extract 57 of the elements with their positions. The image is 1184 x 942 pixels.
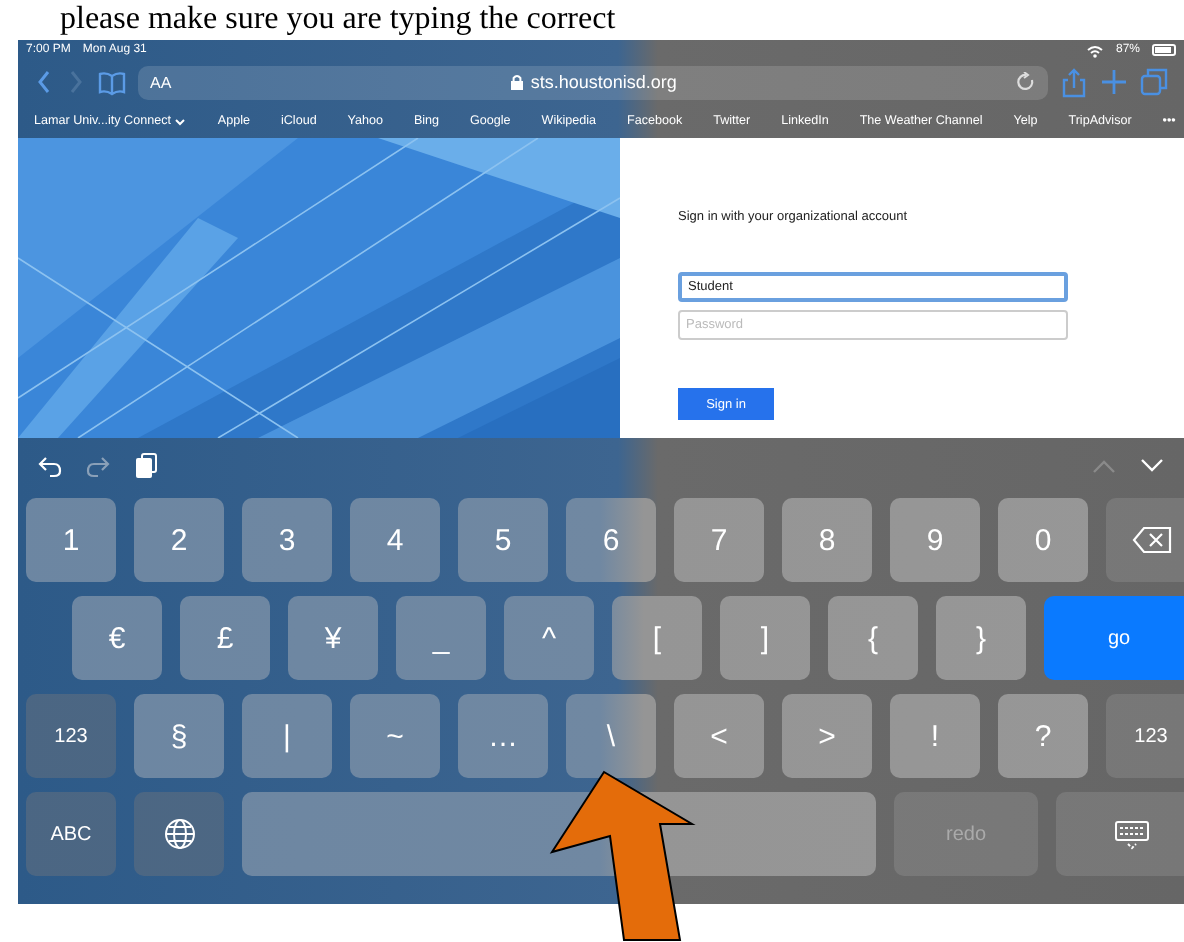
go-key[interactable]: go (1044, 596, 1184, 680)
key[interactable]: £ (180, 596, 270, 680)
key[interactable]: \ (566, 694, 656, 778)
mode-key[interactable]: 123 (1106, 694, 1184, 778)
tabs-icon[interactable] (1140, 68, 1168, 96)
lock-icon (510, 74, 525, 90)
key[interactable]: 6 (566, 498, 656, 582)
undo-icon[interactable] (38, 454, 62, 478)
chevron-down-icon[interactable] (1140, 458, 1164, 474)
text-size-button[interactable]: AA (150, 73, 172, 91)
key[interactable]: > (782, 694, 872, 778)
key[interactable]: ^ (504, 596, 594, 680)
document-text: please make sure you are typing the correct (60, 2, 616, 36)
globe-icon (163, 818, 195, 850)
share-icon[interactable] (1060, 67, 1088, 97)
plus-icon[interactable] (1100, 68, 1128, 96)
key[interactable]: 0 (998, 498, 1088, 582)
book-icon[interactable] (98, 69, 126, 95)
key[interactable]: € (72, 596, 162, 680)
key[interactable]: 5 (458, 498, 548, 582)
key[interactable]: 2 (134, 498, 224, 582)
chevron-up-icon[interactable] (1092, 458, 1116, 474)
keyboard-icon (1113, 819, 1149, 849)
delete-key[interactable] (1106, 498, 1184, 582)
wifi-icon (1085, 43, 1104, 57)
key[interactable]: 9 (890, 498, 980, 582)
mode-key[interactable]: ABC (26, 792, 116, 876)
hide-keyboard-key[interactable] (1056, 792, 1184, 876)
key[interactable]: 3 (242, 498, 332, 582)
globe-key[interactable] (134, 792, 224, 876)
battery-icon (1152, 44, 1176, 56)
key[interactable]: | (242, 694, 332, 778)
back-icon[interactable] (34, 68, 54, 96)
key[interactable]: 8 (782, 498, 872, 582)
key[interactable]: ? (998, 694, 1088, 778)
url-text: sts.houstonisd.org (530, 72, 677, 92)
key[interactable]: § (134, 694, 224, 778)
key[interactable]: ! (890, 694, 980, 778)
key[interactable]: 1 (26, 498, 116, 582)
key[interactable]: [ (612, 596, 702, 680)
forward-icon[interactable] (66, 68, 86, 96)
key[interactable]: < (674, 694, 764, 778)
key[interactable]: … (458, 694, 548, 778)
delete-icon (1131, 526, 1171, 554)
key[interactable]: ~ (350, 694, 440, 778)
key[interactable]: ] (720, 596, 810, 680)
reload-icon[interactable] (1016, 72, 1036, 92)
mode-key[interactable]: 123 (26, 694, 116, 778)
chevron-down-icon (174, 117, 187, 125)
key[interactable]: { (828, 596, 918, 680)
key[interactable]: _ (396, 596, 486, 680)
paste-icon[interactable] (134, 452, 158, 480)
redo-icon[interactable] (86, 454, 110, 478)
key[interactable]: } (936, 596, 1026, 680)
key[interactable]: 7 (674, 498, 764, 582)
key[interactable]: 4 (350, 498, 440, 582)
key[interactable]: ¥ (288, 596, 378, 680)
